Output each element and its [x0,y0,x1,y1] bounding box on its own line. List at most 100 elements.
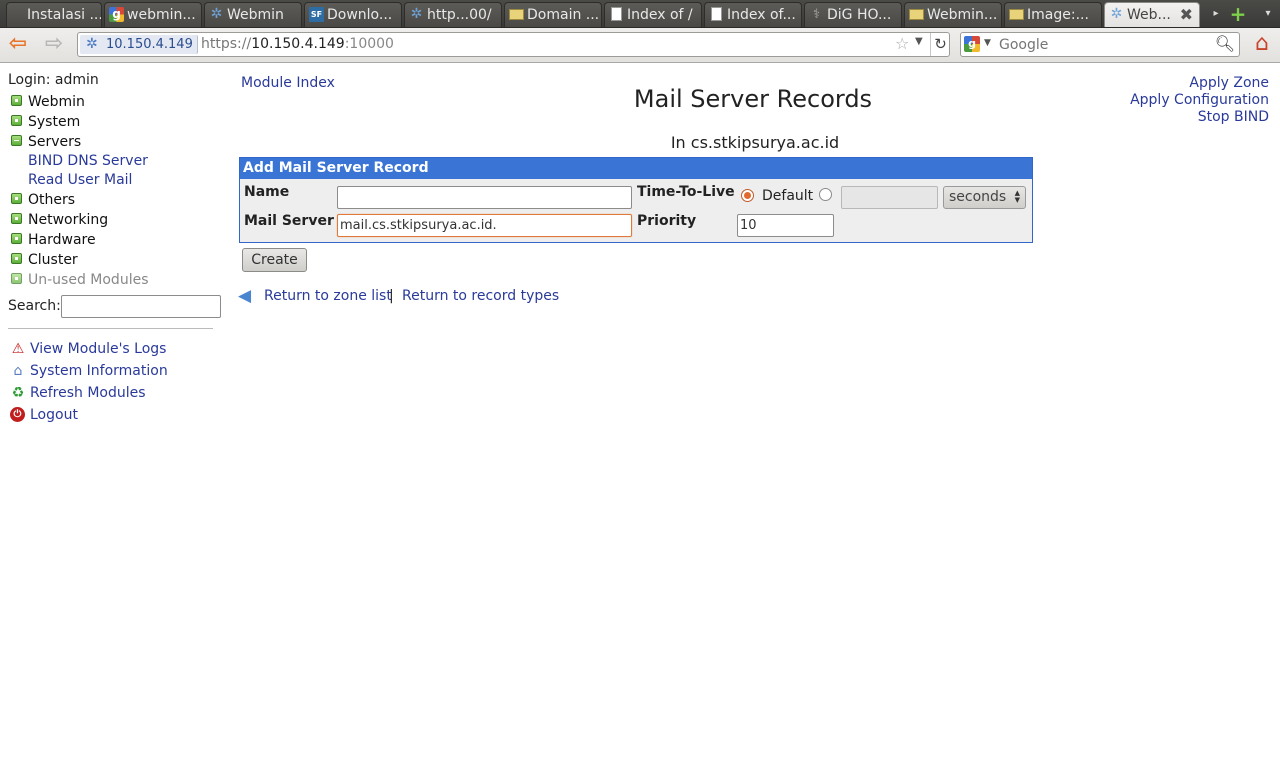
sidebar-divider [8,328,213,329]
browser-tab[interactable]: g webmin... [104,2,202,27]
webmin-icon: ✲ [410,6,423,22]
sourceforge-icon: SF [309,7,324,22]
form-header: Add Mail Server Record [240,158,1032,179]
refresh-modules-link[interactable]: ♻ Refresh Modules [8,382,228,404]
category-webmin[interactable]: Webmin [8,92,228,112]
page-title: Mail Server Records [633,85,873,113]
browser-tab[interactable]: Domain ... [504,2,602,27]
home-icon[interactable]: ⌂ [1248,32,1276,58]
apply-configuration-link[interactable]: Apply Configuration [1130,92,1269,109]
expand-icon[interactable] [11,193,22,204]
new-tab-icon[interactable]: + [1228,0,1248,28]
ttl-custom-radio[interactable] [819,188,832,201]
browser-tab[interactable]: ✲ Webmin [204,2,302,27]
expand-icon[interactable] [11,213,22,224]
return-to-zone-list-link[interactable]: Return to zone list [264,288,392,305]
webmin-icon: ✲ [86,36,98,52]
module-link-bind-dns-server[interactable]: BIND DNS Server [8,152,228,171]
create-button[interactable]: Create [242,248,307,272]
browser-tab[interactable]: Index of... [704,2,802,27]
expand-icon[interactable] [11,233,22,244]
browser-tab-bar: ◂ Instalasi ... g webmin... ✲ Webmin SF … [0,0,1280,28]
ttl-default-label: Default [762,188,814,204]
browser-tab[interactable]: Index of / [604,2,702,27]
engine-dropdown-icon[interactable]: ▼ [984,38,991,48]
browser-tab[interactable]: Image:... [1004,2,1102,27]
stop-bind-link[interactable]: Stop BIND [1130,109,1269,126]
site-identity-button[interactable]: ✲ 10.150.4.149 [80,35,198,54]
category-hardware[interactable]: Hardware [8,230,228,250]
browser-tab[interactable]: ✲ http...00/ [404,2,502,27]
expand-icon[interactable] [11,253,22,264]
back-arrow-icon[interactable]: ⇦ [4,32,32,58]
logout-icon: ⏻ [10,407,25,422]
webmin-sidebar: Login: admin Webmin System Servers BIND … [0,64,228,776]
tab-scroll-right-icon[interactable]: ▸ [1206,0,1226,28]
module-search-input[interactable] [61,295,221,318]
expand-icon[interactable] [11,273,22,284]
folder-icon [509,9,524,20]
ttl-default-radio[interactable] [741,189,754,202]
ttl-value-input[interactable] [841,186,938,209]
category-networking[interactable]: Networking [8,210,228,230]
name-label: Name [244,184,290,200]
browser-navigation-bar: ⇦ ⇨ ✲ 10.150.4.149 https://10.150.4.149:… [0,28,1280,63]
search-icon[interactable]: 🔍︎ [1215,34,1235,53]
login-label: Login: admin [8,72,99,88]
ttl-label: Time-To-Live [637,184,735,200]
collapse-icon[interactable] [11,135,22,146]
browser-tab[interactable]: SF Downlo... [304,2,402,27]
browser-search-input[interactable] [997,35,1217,54]
url-bar[interactable]: ✲ 10.150.4.149 https://10.150.4.149:1000… [77,32,950,57]
folder-icon [1009,9,1024,20]
right-action-links: Apply Zone Apply Configuration Stop BIND [1130,75,1269,126]
history-dropdown-icon[interactable]: ▼ [915,36,923,47]
view-module-logs-link[interactable]: ⚠ View Module's Logs [8,338,228,360]
mail-server-input[interactable] [337,214,632,237]
name-input[interactable] [337,186,632,209]
mail-server-label: Mail Server [244,213,334,229]
ttl-unit-select[interactable]: seconds ▲ ▼ [943,186,1026,209]
add-mail-server-form: Add Mail Server Record Name Time-To-Live… [239,157,1033,243]
module-link-read-user-mail[interactable]: Read User Mail [8,171,228,190]
refresh-icon: ♻ [11,385,25,401]
webmin-icon: ✲ [210,6,223,22]
expand-icon[interactable] [11,95,22,106]
browser-tab[interactable]: ⚕ DiG HO... [804,2,902,27]
return-to-record-types-link[interactable]: Return to record types [402,288,559,305]
url-text[interactable]: https://10.150.4.149:10000 [201,33,394,56]
google-icon: g [109,7,124,22]
category-system[interactable]: System [8,112,228,132]
search-label: Search: [8,298,61,314]
browser-tab[interactable]: Instalasi ... [6,2,102,27]
reload-icon[interactable]: ↻ [930,33,950,56]
list-tabs-icon[interactable]: ▾ [1258,0,1278,28]
dig-icon: ⚕ [812,7,821,22]
category-unused-modules[interactable]: Un-used Modules [8,270,228,290]
logout-link[interactable]: ⏻ Logout [8,404,228,426]
browser-tab-active[interactable]: ✲ Web... ✖ [1104,2,1200,27]
bookmark-star-icon[interactable]: ☆ [895,34,909,53]
webmin-icon: ✲ [1110,6,1123,22]
page-icon [711,7,722,21]
close-tab-icon[interactable]: ✖ [1180,3,1193,27]
priority-input[interactable] [737,214,834,237]
warning-icon: ⚠ [11,341,25,357]
expand-icon[interactable] [11,115,22,126]
module-search: Search: [8,293,228,319]
category-cluster[interactable]: Cluster [8,250,228,270]
system-info-icon: ⌂ [13,363,23,379]
google-icon[interactable]: g [964,36,980,52]
search-bar[interactable]: g ▼ 🔍︎ [960,32,1240,57]
apply-zone-link[interactable]: Apply Zone [1130,75,1269,92]
category-others[interactable]: Others [8,190,228,210]
folder-icon [909,9,924,20]
back-arrow-icon[interactable]: ◀ [238,288,256,305]
system-information-link[interactable]: ⌂ System Information [8,360,228,382]
zone-subtitle: In cs.stkipsurya.ac.id [670,133,840,152]
select-arrows-icon: ▲ ▼ [1014,189,1020,204]
forward-arrow-icon[interactable]: ⇨ [40,32,68,58]
main-content: Module Index Mail Server Records Apply Z… [228,64,1280,776]
category-servers[interactable]: Servers [8,132,228,152]
browser-tab[interactable]: Webmin... [904,2,1002,27]
